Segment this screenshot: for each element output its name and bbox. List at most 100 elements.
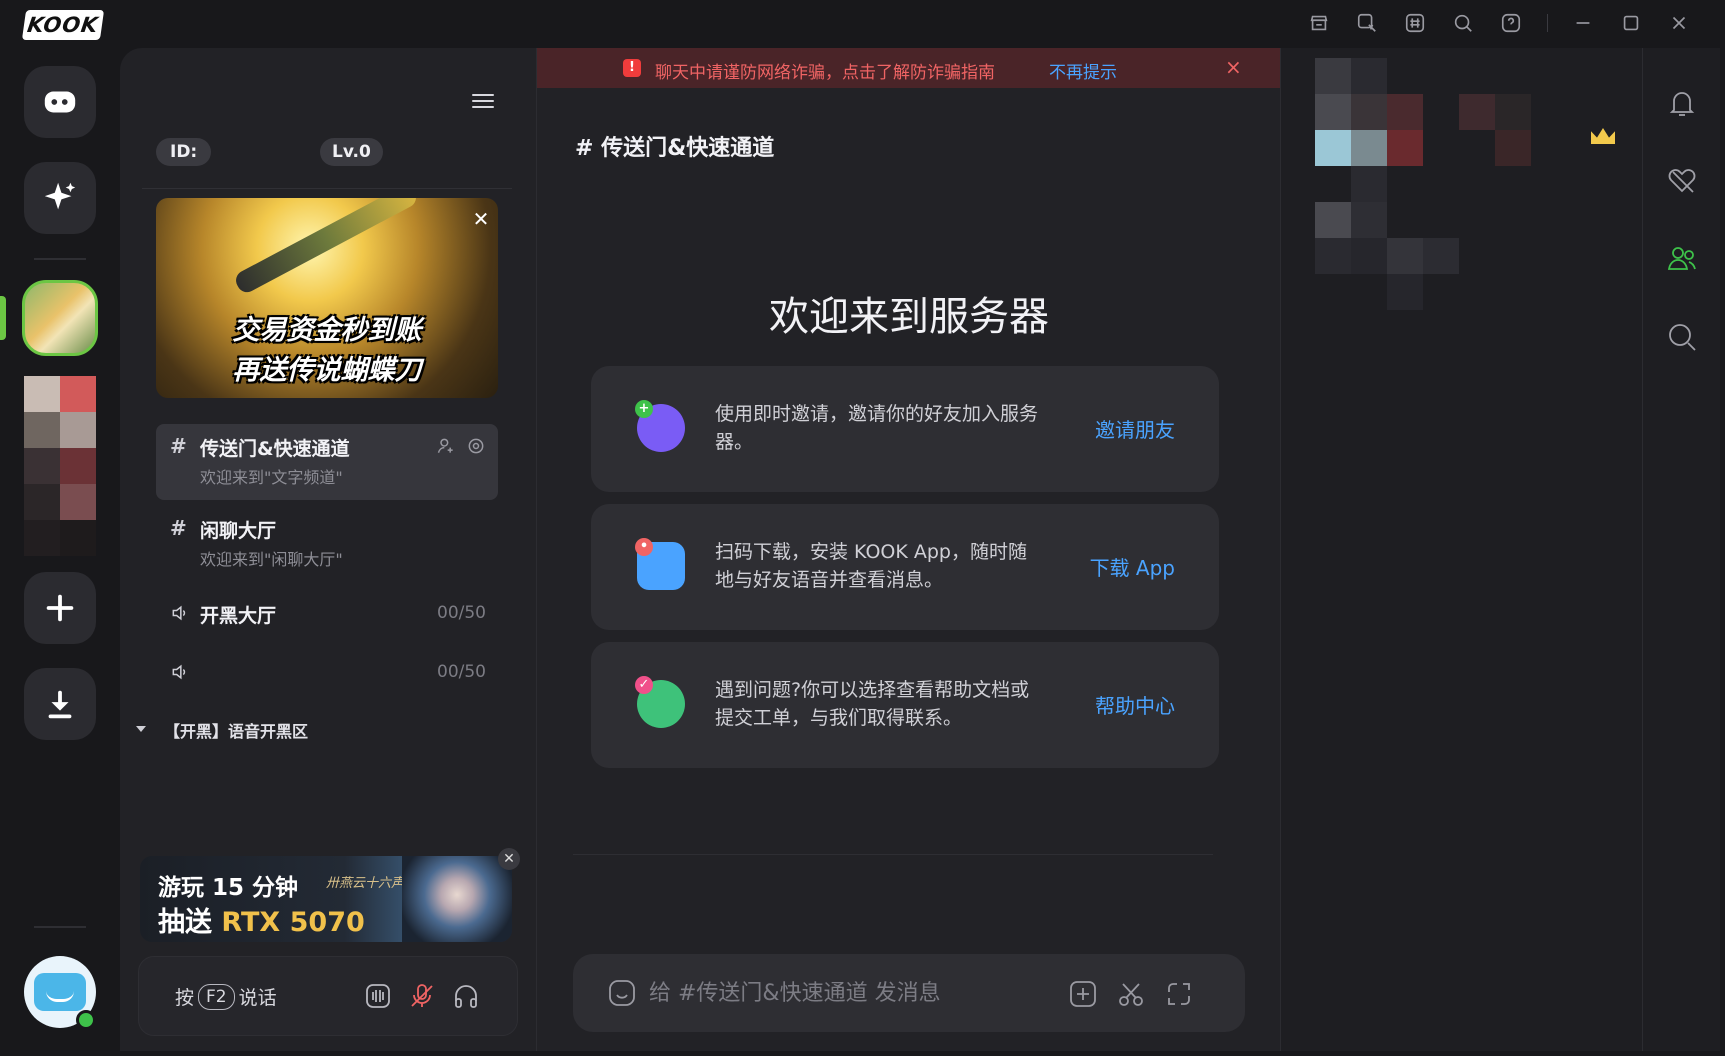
download-icon	[48, 690, 72, 719]
user-id-chip[interactable]: ID:	[156, 138, 212, 166]
dont-show-again-link[interactable]: 不再提示	[1049, 58, 1117, 83]
ad-line2: 抽送 RTX 5070	[158, 907, 365, 938]
fraud-alert-bar: ! 聊天中请谨防网络诈骗，点击了解防诈骗指南 不再提示 ×	[537, 48, 1281, 88]
user-level-chip[interactable]: Lv.0	[320, 138, 383, 166]
ad-character-image	[402, 856, 512, 942]
chat-badge-icon: •	[635, 538, 653, 556]
alert-message[interactable]: 聊天中请谨防网络诈骗，点击了解防诈骗指南	[655, 58, 995, 83]
channel-settings-icon[interactable]	[466, 436, 486, 456]
channel-grid-icon[interactable]	[1402, 10, 1428, 36]
add-server-button[interactable]	[24, 572, 96, 644]
help-icon[interactable]	[1498, 10, 1524, 36]
butterfly-knife-image	[232, 198, 420, 296]
voice-wave-icon[interactable]	[363, 981, 393, 1011]
scissors-icon[interactable]	[1115, 978, 1147, 1010]
server-icon-pixelated[interactable]	[24, 376, 96, 604]
help-center-button[interactable]: 帮助中心	[1095, 690, 1175, 719]
right-toolbar	[1642, 48, 1720, 1051]
channel-subtitle: 欢迎来到"闲聊大厅"	[200, 550, 343, 569]
download-button[interactable]	[24, 668, 96, 740]
headphones-icon[interactable]	[451, 981, 481, 1011]
voice-channel-item[interactable]: 开黑大厅 00/50	[156, 593, 498, 633]
hash-icon: #	[170, 516, 187, 540]
channel-name: 传送门&快速通道	[200, 438, 350, 460]
avatar-face	[34, 973, 86, 1011]
game-ad-banner[interactable]: 游玩 15 分钟 抽送 RTX 5070 卅燕云十六声	[140, 856, 512, 942]
shop-icon[interactable]	[1306, 10, 1332, 36]
speaker-icon	[170, 603, 190, 628]
discover-button[interactable]	[24, 162, 96, 234]
ad-brand: 卅燕云十六声	[326, 876, 405, 891]
alert-close-icon[interactable]: ×	[1225, 55, 1242, 79]
rail-divider	[34, 258, 86, 260]
mic-muted-icon[interactable]	[407, 981, 437, 1011]
invite-card-text: 使用即时邀请，邀请你的好友加入服务器。	[715, 403, 1039, 453]
channel-item-portal[interactable]: # 传送门&快速通道 欢迎来到"文字频道"	[156, 424, 498, 500]
banner-line1: 交易资金秒到账	[232, 315, 422, 346]
hash-icon: #	[170, 434, 187, 458]
download-card-text: 扫码下载，安装 KOOK App，随时随地与好友语音并查看消息。	[715, 541, 1027, 591]
attach-plus-icon[interactable]	[1067, 978, 1099, 1010]
channel-item-lounge[interactable]: # 闲聊大厅 欢迎来到"闲聊大厅"	[156, 506, 498, 582]
titlebar-separator	[1547, 14, 1548, 32]
heart-badge-icon: ✓	[635, 676, 653, 694]
voice-occupancy: 00/50	[437, 662, 486, 682]
add-member-icon[interactable]	[436, 436, 456, 456]
panel-divider	[142, 188, 512, 189]
bell-icon[interactable]	[1665, 86, 1699, 120]
ad-close-icon[interactable]: ✕	[498, 848, 520, 870]
direct-messages-button[interactable]	[24, 66, 96, 138]
emoji-icon[interactable]	[607, 978, 637, 1008]
message-composer	[573, 954, 1245, 1032]
server-rail	[0, 48, 120, 1056]
voice-channel-item[interactable]: 00/50	[156, 652, 498, 692]
search-icon[interactable]	[1665, 320, 1699, 354]
add-server-icon	[46, 594, 74, 622]
plus-badge-icon: +	[635, 400, 653, 418]
channel-name: 开黑大厅	[200, 605, 277, 627]
search-icon[interactable]	[1450, 10, 1476, 36]
online-status-dot	[76, 1010, 96, 1030]
banner-close-icon[interactable]: ✕	[470, 208, 492, 230]
promo-banner[interactable]: 交易资金秒到账 再送传说蝴蝶刀	[156, 198, 498, 398]
members-icon[interactable]	[1665, 242, 1699, 276]
help-card: ✓ 遇到问题?你可以选择查看帮助文档或提交工单，与我们取得联系。 帮助中心	[591, 642, 1219, 768]
banner-line2: 再送传说蝴蝶刀	[232, 355, 422, 386]
hotkey-badge: F2	[198, 983, 235, 1010]
crown-icon	[1591, 128, 1615, 144]
server-icon-active[interactable]	[22, 280, 98, 356]
voice-control-bar: 按 F2 说话	[138, 956, 518, 1036]
welcome-heading: 欢迎来到服务器	[769, 294, 1049, 340]
pinned-heart-icon[interactable]	[1665, 164, 1699, 198]
expand-icon[interactable]	[1163, 978, 1195, 1010]
invite-friends-button[interactable]: 邀请朋友	[1095, 414, 1175, 443]
kook-logo: KOOK	[21, 10, 105, 40]
close-icon[interactable]	[1666, 10, 1692, 36]
chat-area: ! 聊天中请谨防网络诈骗，点击了解防诈骗指南 不再提示 × # 传送门&快速通道…	[536, 48, 1281, 1051]
message-input[interactable]	[649, 974, 1029, 1012]
member-list	[1280, 48, 1642, 1051]
voice-occupancy: 00/50	[437, 603, 486, 623]
title-bar: KOOK	[0, 0, 1725, 48]
channel-header-title: # 传送门&快速通道	[575, 136, 775, 161]
category-voice-area[interactable]: 【开黑】语音开黑区	[164, 718, 308, 742]
rail-divider	[34, 926, 86, 928]
sticker-icon[interactable]	[1354, 10, 1380, 36]
invite-card: + 使用即时邀请，邀请你的好友加入服务器。 邀请朋友	[591, 366, 1219, 492]
ad-line1: 游玩 15 分钟	[158, 875, 299, 901]
push-to-talk-hint: 按 F2 说话	[175, 983, 277, 1010]
active-server-indicator	[0, 296, 6, 340]
channel-name: 闲聊大厅	[200, 520, 277, 542]
warning-icon: !	[623, 59, 641, 77]
channel-subtitle: 欢迎来到"文字频道"	[200, 468, 343, 487]
minimize-icon[interactable]	[1570, 10, 1596, 36]
chevron-down-icon[interactable]	[136, 726, 146, 732]
sparkle-icon	[44, 182, 76, 210]
chat-divider	[573, 854, 1213, 855]
help-card-text: 遇到问题?你可以选择查看帮助文档或提交工单，与我们取得联系。	[715, 679, 1030, 729]
download-app-button[interactable]: 下载 App	[1090, 552, 1175, 581]
maximize-icon[interactable]	[1618, 10, 1644, 36]
member-list-pixelated	[1315, 58, 1567, 310]
gamepad-icon	[44, 91, 76, 113]
hamburger-menu-icon[interactable]	[470, 90, 496, 116]
